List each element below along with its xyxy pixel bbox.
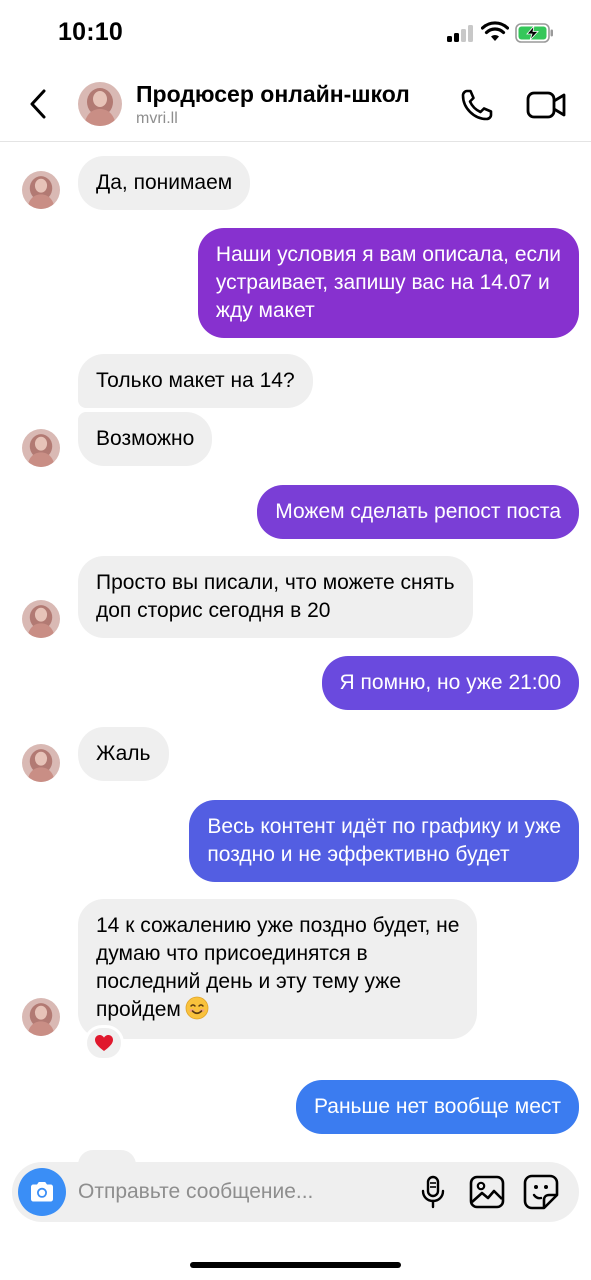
message-text-line: Просто вы писали, что можете снять — [96, 571, 455, 594]
heart-reaction[interactable] — [84, 1025, 124, 1061]
message-text-line: думаю что присоединятся в — [96, 942, 368, 965]
cellular-signal-icon — [447, 24, 475, 42]
outgoing-message[interactable]: Я помню, но уже 21:00 — [321, 656, 579, 710]
message-text-line: устраивает, запишу вас на 14.07 и — [215, 271, 550, 294]
outgoing-message[interactable]: Раньше нет вообще мест — [295, 1080, 579, 1134]
contact-avatar[interactable] — [78, 82, 122, 126]
incoming-message[interactable]: 14 к сожалению уже поздно будет, не дума… — [78, 899, 478, 1039]
status-bar: 10:10 — [0, 0, 591, 68]
battery-charging-icon — [515, 23, 553, 43]
camera-button[interactable] — [18, 1168, 66, 1216]
message-text: Возможно — [96, 427, 195, 450]
gallery-icon[interactable] — [468, 1174, 506, 1210]
incoming-message[interactable]: Жаль — [78, 727, 169, 781]
message-text-line: жду макет — [215, 299, 315, 322]
incoming-message[interactable]: Да, понимаем — [78, 156, 251, 210]
contact-handle: mvri.ll — [136, 110, 178, 127]
message-text: Раньше нет вообще мест — [313, 1095, 561, 1118]
smiling-face-emoji-icon — [185, 996, 209, 1020]
message-text: Жаль — [96, 742, 151, 765]
outgoing-message[interactable]: Весь контент идёт по графику и уже поздн… — [189, 800, 579, 882]
message-text-line: Наши условия я вам описала, если — [215, 243, 561, 266]
camera-icon — [31, 1182, 53, 1202]
message-text-line: Весь контент идёт по графику и уже — [207, 815, 561, 838]
outgoing-message[interactable]: Можем сделать репост поста — [257, 485, 579, 539]
chat-header: Продюсер онлайн-школ mvri.ll — [0, 68, 591, 142]
sender-avatar[interactable] — [22, 429, 60, 467]
sender-avatar[interactable] — [22, 744, 60, 782]
incoming-message[interactable]: Только макет на 14? — [78, 354, 313, 408]
contact-name[interactable]: Продюсер онлайн-школ — [136, 81, 410, 108]
message-text: Я помню, но уже 21:00 — [339, 671, 561, 694]
wifi-icon — [481, 21, 509, 41]
message-composer — [12, 1162, 579, 1222]
incoming-message[interactable]: Возможно — [78, 412, 213, 466]
microphone-icon[interactable] — [416, 1174, 450, 1210]
message-text: Да, понимаем — [96, 171, 233, 194]
message-text-line: последний день и эту тему уже — [96, 970, 402, 993]
heart-icon — [95, 1035, 113, 1051]
message-text-line: пройдем — [96, 998, 181, 1021]
message-input[interactable] — [78, 1174, 398, 1210]
video-call-icon[interactable] — [525, 86, 567, 124]
message-text: Только макет на 14? — [96, 369, 295, 392]
back-arrow-icon[interactable] — [24, 86, 52, 122]
incoming-message[interactable]: Просто вы писали, что можете снять доп с… — [78, 556, 473, 638]
outgoing-message[interactable]: Наши условия я вам описала, если устраив… — [197, 228, 579, 338]
status-time: 10:10 — [58, 18, 123, 46]
sender-avatar[interactable] — [22, 998, 60, 1036]
message-text-line: доп сторис сегодня в 20 — [96, 599, 331, 622]
sender-avatar[interactable] — [22, 171, 60, 209]
sticker-icon[interactable] — [522, 1173, 560, 1211]
message-text-line: 14 к сожалению уже поздно будет, не — [96, 914, 460, 937]
home-indicator — [190, 1262, 401, 1268]
phone-call-icon[interactable] — [458, 86, 496, 124]
sender-avatar[interactable] — [22, 600, 60, 638]
message-text: Можем сделать репост поста — [275, 500, 561, 523]
message-text-line: поздно и не эффективно будет — [207, 843, 510, 866]
